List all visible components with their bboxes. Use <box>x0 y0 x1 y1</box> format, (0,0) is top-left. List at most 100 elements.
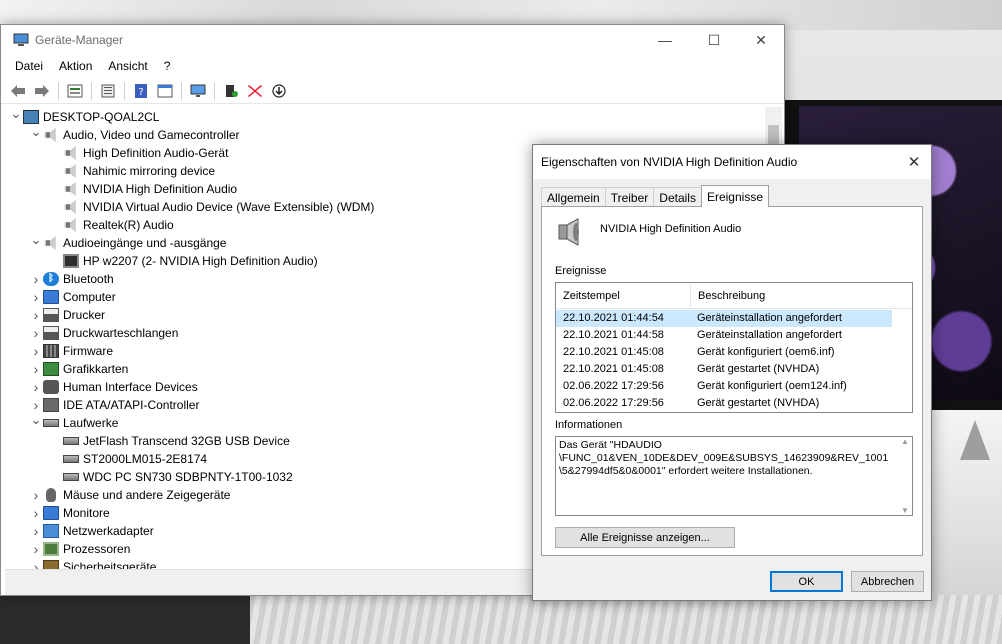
expand-chevron-icon[interactable]: › <box>29 540 43 558</box>
tree-device[interactable]: Nahimic mirroring device <box>49 162 215 180</box>
minimize-button[interactable]: — <box>642 25 688 55</box>
event-row[interactable]: 22.10.2021 01:44:54 Geräteinstallation an… <box>556 310 892 327</box>
device-manager-icon <box>13 33 29 46</box>
event-row[interactable]: 22.10.2021 01:45:08 Gerät konfiguriert (o… <box>556 344 892 361</box>
event-timestamp: 02.06.2022 17:29:56 <box>563 380 664 392</box>
tree-item-label: Netzwerkadapter <box>63 524 154 538</box>
info-scrollbar[interactable]: ▲ ▼ <box>898 437 912 515</box>
event-row[interactable]: 22.10.2021 01:44:58 Geräteinstallation an… <box>556 327 892 344</box>
tree-category[interactable]: › ᛒ Bluetooth <box>29 270 114 288</box>
expand-chevron-icon[interactable]: › <box>29 522 43 540</box>
tree-category[interactable]: ⌄ Laufwerke <box>29 411 119 432</box>
tree-category[interactable]: ⌄ Audio, Video und Gamecontroller <box>29 123 240 144</box>
drive-icon <box>43 419 59 427</box>
update-icon[interactable] <box>268 80 290 102</box>
expand-chevron-icon[interactable]: › <box>29 360 43 378</box>
scroll-up-icon[interactable]: ▲ <box>901 437 909 446</box>
tree-category[interactable]: › Mäuse und andere Zeigegeräte <box>29 486 231 504</box>
tree-category[interactable]: › Netzwerkadapter <box>29 522 154 540</box>
tab-details[interactable]: Details <box>653 187 702 207</box>
tree-category[interactable]: › Human Interface Devices <box>29 378 198 396</box>
tree-item-label: IDE ATA/ATAPI-Controller <box>63 398 200 412</box>
info-textbox[interactable]: Das Gerät "HDAUDIO \FUNC_01&VEN_10DE&DEV… <box>555 436 913 516</box>
ok-button[interactable]: OK <box>770 571 843 592</box>
view-icon[interactable] <box>154 80 176 102</box>
tree-device[interactable]: HP w2207 (2- NVIDIA High Definition Audi… <box>49 252 318 270</box>
tab-treiber[interactable]: Treiber <box>604 187 655 207</box>
collapse-chevron-icon[interactable]: ⌄ <box>29 411 43 429</box>
dialog-titlebar[interactable]: Eigenschaften von NVIDIA High Definition… <box>533 145 931 179</box>
help-icon[interactable]: ? <box>130 80 152 102</box>
info-label: Informationen <box>555 419 623 431</box>
tree-category[interactable]: › IDE ATA/ATAPI-Controller <box>29 396 200 414</box>
column-header-description[interactable]: Beschreibung <box>691 283 891 309</box>
menu-datei[interactable]: Datei <box>7 59 51 73</box>
back-arrow-icon[interactable] <box>7 80 29 102</box>
bluetooth-icon: ᛒ <box>43 272 59 286</box>
tree-device[interactable]: NVIDIA Virtual Audio Device (Wave Extens… <box>49 198 374 216</box>
event-row[interactable]: 02.06.2022 17:29:56 Gerät gestartet (NVHD… <box>556 395 892 412</box>
expand-chevron-icon[interactable]: › <box>29 378 43 396</box>
menu-aktion[interactable]: Aktion <box>51 59 100 73</box>
dialog-close-button[interactable]: ✕ <box>901 149 927 175</box>
speaker-icon <box>64 164 76 178</box>
expand-chevron-icon[interactable]: › <box>29 558 43 569</box>
tree-item-label: ST2000LM015-2E8174 <box>83 452 208 466</box>
events-list[interactable]: Zeitstempel Beschreibung 22.10.2021 01:4… <box>555 282 913 413</box>
device-manager-titlebar[interactable]: Geräte-Manager — ☐ ✕ <box>1 25 784 55</box>
column-header-timestamp[interactable]: Zeitstempel <box>556 283 690 309</box>
collapse-chevron-icon[interactable]: ⌄ <box>29 123 43 141</box>
tab-allgemein[interactable]: Allgemein <box>541 187 606 207</box>
collapse-chevron-icon[interactable]: ⌄ <box>29 231 43 249</box>
tree-device[interactable]: High Definition Audio-Gerät <box>49 144 228 162</box>
tree-device[interactable]: Realtek(R) Audio <box>49 216 174 234</box>
uninstall-icon[interactable] <box>244 80 266 102</box>
forward-arrow-icon[interactable] <box>31 80 53 102</box>
tree-category[interactable]: › Computer <box>29 288 116 306</box>
menu-ansicht[interactable]: Ansicht <box>100 59 155 73</box>
tree-category[interactable]: ⌄ Audioeingänge und -ausgänge <box>29 231 226 252</box>
tree-device[interactable]: ST2000LM015-2E8174 <box>49 450 207 468</box>
desktop-shelf <box>930 410 1002 600</box>
scan-monitor-icon[interactable] <box>187 80 209 102</box>
tab-ereignisse[interactable]: Ereignisse <box>700 185 769 207</box>
tree-device[interactable]: NVIDIA High Definition Audio <box>49 180 237 198</box>
tree-category[interactable]: › Firmware <box>29 342 113 360</box>
tree-item-label: Druckwarteschlangen <box>63 326 179 340</box>
speaker-icon <box>44 128 56 142</box>
expand-chevron-icon[interactable]: › <box>29 306 43 324</box>
tree-category[interactable]: › Drucker <box>29 306 105 324</box>
event-row[interactable]: 22.10.2021 01:45:08 Gerät gestartet (NVHD… <box>556 361 892 378</box>
expand-chevron-icon[interactable]: › <box>29 504 43 522</box>
tree-category[interactable]: › Druckwarteschlangen <box>29 324 179 342</box>
tree-device[interactable]: JetFlash Transcend 32GB USB Device <box>49 432 290 450</box>
expand-chevron-icon[interactable]: › <box>29 324 43 342</box>
expand-chevron-icon[interactable]: › <box>29 270 43 288</box>
tree-device[interactable]: WDC PC SN730 SDBPNTY-1T00-1032 <box>49 468 293 486</box>
tree-category[interactable]: › Monitore <box>29 504 110 522</box>
tree-item-label: Bluetooth <box>63 272 114 286</box>
expand-chevron-icon[interactable]: › <box>29 486 43 504</box>
show-all-events-button[interactable]: Alle Ereignisse anzeigen... <box>555 527 735 548</box>
expand-chevron-icon[interactable]: › <box>29 288 43 306</box>
tree-category[interactable]: › Sicherheitsgeräte <box>29 558 156 569</box>
cancel-button[interactable]: Abbrechen <box>851 571 924 592</box>
tree-category[interactable]: › Grafikkarten <box>29 360 129 378</box>
event-row[interactable]: 02.06.2022 17:29:56 Gerät konfiguriert (o… <box>556 378 892 395</box>
gpu-icon <box>43 362 59 376</box>
add-driver-icon[interactable] <box>220 80 242 102</box>
scroll-down-icon[interactable]: ▼ <box>901 506 909 515</box>
tree-category[interactable]: › Prozessoren <box>29 540 131 558</box>
close-button[interactable]: ✕ <box>738 25 784 55</box>
driver-icon[interactable] <box>97 80 119 102</box>
expand-chevron-icon[interactable]: › <box>29 342 43 360</box>
tree-item-label: Drucker <box>63 308 106 322</box>
cpu-icon <box>43 542 59 556</box>
menu-help[interactable]: ? <box>156 59 179 73</box>
collapse-chevron-icon[interactable]: ⌄ <box>9 107 23 123</box>
maximize-button[interactable]: ☐ <box>691 25 737 55</box>
printer-icon <box>43 326 59 340</box>
properties-icon[interactable] <box>64 80 86 102</box>
